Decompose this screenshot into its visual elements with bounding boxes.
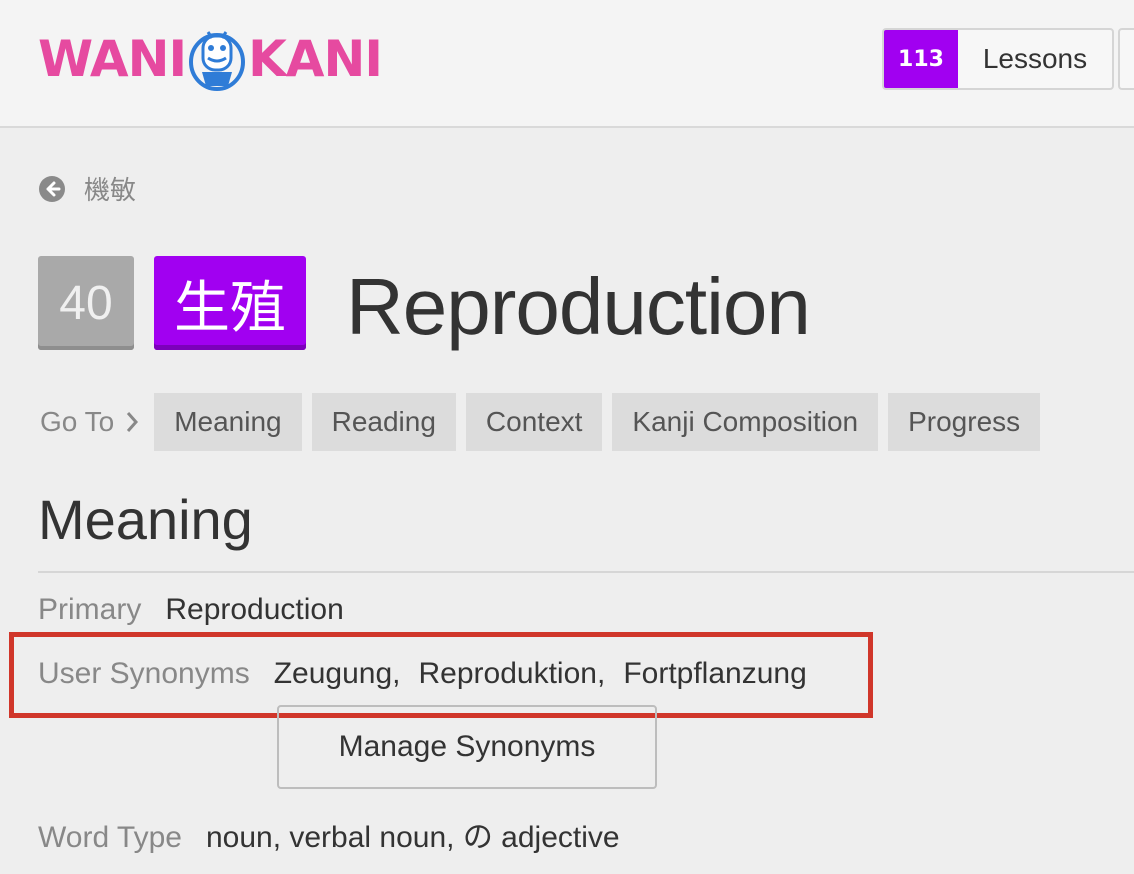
goto-navigation: Go To Meaning Reading Context Kanji Comp… bbox=[40, 393, 1050, 451]
page-title: Reproduction bbox=[346, 262, 811, 351]
arrow-left-circle-icon bbox=[39, 175, 65, 202]
tab-kanji-composition[interactable]: Kanji Composition bbox=[612, 393, 879, 451]
chevron-right-icon bbox=[127, 412, 139, 432]
top-navigation-bar: WANI KANI 113 Lessons bbox=[0, 0, 1134, 128]
level-badge[interactable]: 40 bbox=[38, 256, 134, 350]
logo-text-right: KANI bbox=[248, 30, 383, 88]
goto-label: Go To bbox=[40, 406, 140, 438]
tab-meaning[interactable]: Meaning bbox=[154, 393, 302, 451]
manage-synonyms-button[interactable]: Manage Synonyms bbox=[277, 705, 657, 789]
primary-meaning-row: Primary Reproduction bbox=[38, 592, 344, 628]
section-divider bbox=[38, 571, 1134, 573]
lessons-label: Lessons bbox=[982, 43, 1088, 74]
tab-progress[interactable]: Progress bbox=[888, 393, 1041, 451]
primary-label: Primary bbox=[38, 593, 142, 626]
tab-context[interactable]: Context bbox=[465, 393, 603, 451]
meaning-section-title: Meaning bbox=[38, 488, 253, 551]
breadcrumb-label: 機敏 bbox=[84, 175, 137, 205]
word-type-row: Word Type noun, verbal noun, の adjective bbox=[38, 820, 620, 856]
word-type-label: Word Type bbox=[38, 821, 182, 854]
vocabulary-characters: 生殖 bbox=[154, 256, 306, 350]
crabigator-mascot-icon bbox=[189, 31, 246, 91]
primary-value: Reproduction bbox=[165, 593, 344, 626]
logo-text-left: WANI bbox=[38, 30, 187, 88]
wanikani-logo[interactable]: WANI KANI bbox=[38, 26, 383, 92]
reviews-button-edge[interactable] bbox=[1118, 28, 1134, 90]
breadcrumb-back-link[interactable]: 機敏 bbox=[38, 170, 136, 207]
lessons-count-badge: 113 bbox=[884, 30, 958, 88]
lessons-button[interactable]: 113 Lessons bbox=[882, 28, 1114, 90]
tab-reading[interactable]: Reading bbox=[311, 393, 456, 451]
word-type-value: noun, verbal noun, の adjective bbox=[205, 821, 620, 854]
